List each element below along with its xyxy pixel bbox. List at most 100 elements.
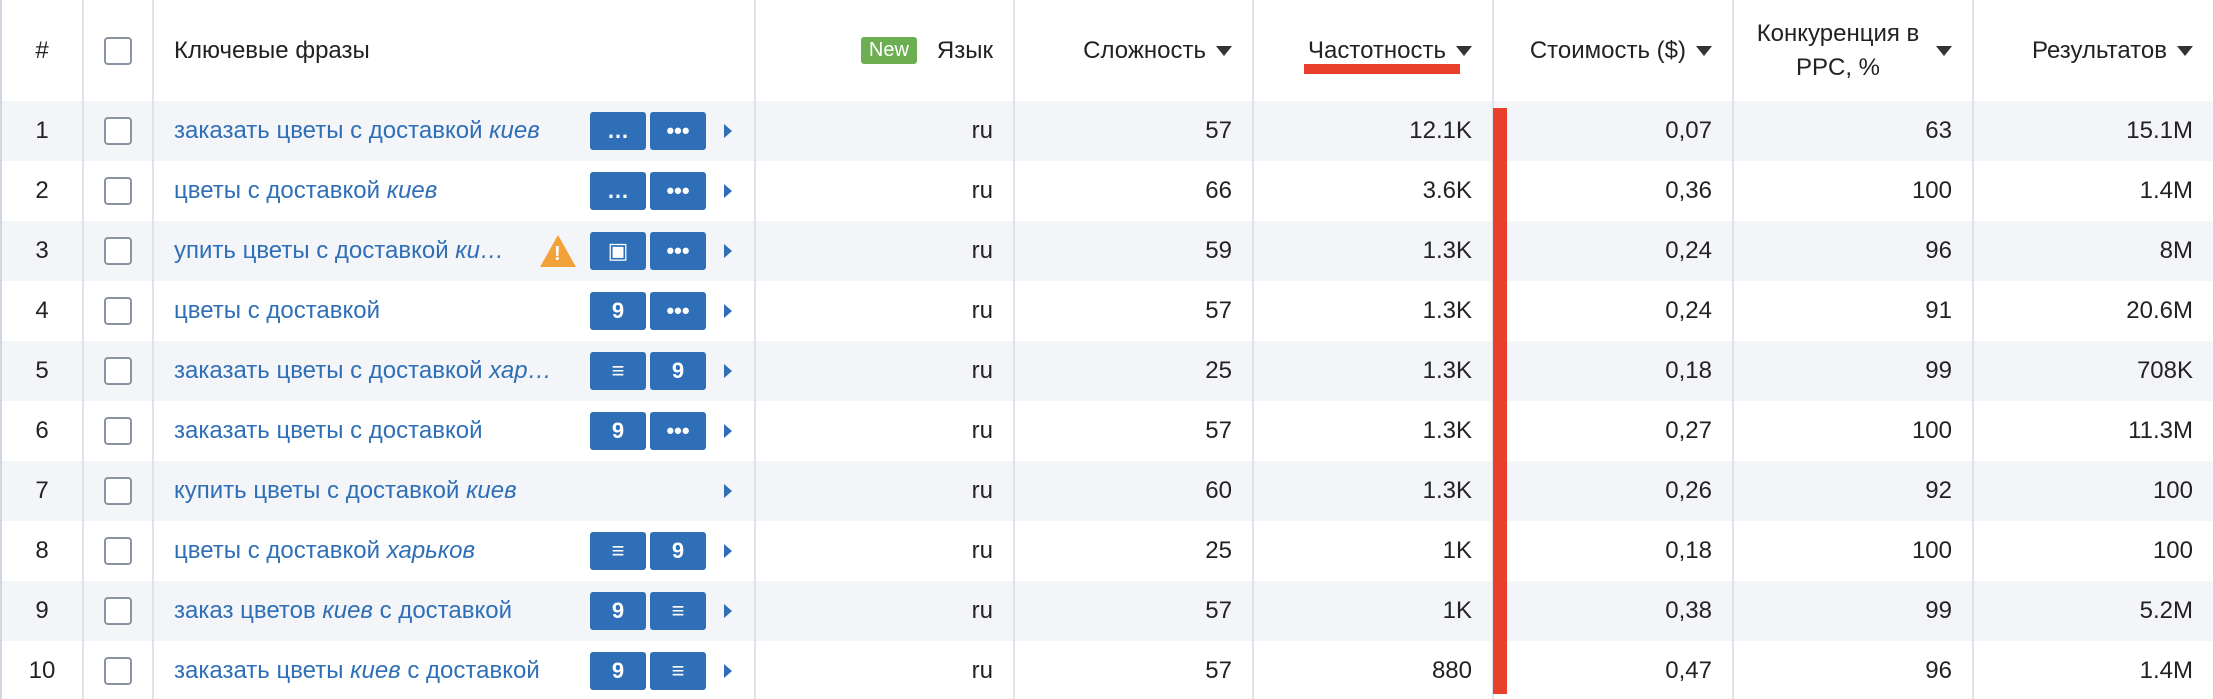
- expand-chevron-icon[interactable]: [724, 304, 732, 318]
- select-all-checkbox[interactable]: [104, 36, 132, 65]
- expand-chevron-icon[interactable]: [724, 244, 732, 258]
- row-select[interactable]: [84, 581, 154, 641]
- location-icon[interactable]: 9: [590, 652, 646, 690]
- location-icon[interactable]: 9: [590, 412, 646, 450]
- sort-down-icon[interactable]: [2177, 45, 2193, 56]
- list-icon[interactable]: ≡: [590, 532, 646, 570]
- location-icon[interactable]: 9: [650, 532, 706, 570]
- more-icon[interactable]: •••: [650, 172, 706, 210]
- row-checkbox[interactable]: [104, 477, 132, 505]
- frequency-value: 880: [1431, 657, 1472, 684]
- sort-down-icon[interactable]: [1216, 45, 1232, 56]
- more-icon[interactable]: •••: [650, 232, 706, 270]
- language-cell: ru: [756, 101, 1015, 161]
- row-checkbox[interactable]: [104, 237, 132, 265]
- expand-chevron-icon[interactable]: [724, 424, 732, 438]
- more-icon[interactable]: •••: [650, 292, 706, 330]
- expand-chevron-icon[interactable]: [724, 664, 732, 678]
- row-select[interactable]: [84, 101, 154, 161]
- sort-down-icon[interactable]: [1456, 45, 1472, 56]
- keyword-link[interactable]: заказать цветы с доставкой киев: [174, 117, 554, 145]
- sort-down-icon[interactable]: [1696, 45, 1712, 56]
- row-checkbox[interactable]: [104, 417, 132, 445]
- cost-value: 0,18: [1665, 537, 1712, 564]
- keyword-link[interactable]: цветы с доставкой киев: [174, 177, 554, 205]
- cost-value: 0,18: [1665, 357, 1712, 384]
- row-checkbox[interactable]: [104, 597, 132, 625]
- row-select[interactable]: [84, 641, 154, 699]
- results-cell: 20.6M: [1974, 281, 2213, 341]
- expand-chevron-icon[interactable]: [724, 604, 732, 618]
- keyword-link[interactable]: заказать цветы киев с доставкой: [174, 657, 554, 685]
- keyword-link[interactable]: заказать цветы с доставкой хар…: [174, 357, 554, 385]
- sort-down-icon[interactable]: [1936, 45, 1952, 56]
- row-select[interactable]: [84, 341, 154, 401]
- header-results[interactable]: Результатов: [1974, 0, 2213, 101]
- language-cell: ru: [756, 341, 1015, 401]
- keyword-main: заказ цветов: [174, 597, 316, 624]
- row-checkbox[interactable]: [104, 537, 132, 565]
- keyword-main: купить цветы с доставкой: [174, 477, 460, 504]
- cost-cell: 0,24: [1494, 221, 1734, 281]
- expand-chevron-icon[interactable]: [724, 124, 732, 138]
- shop-icon[interactable]: ▣: [590, 232, 646, 270]
- row-checkbox[interactable]: [104, 357, 132, 385]
- chat-icon[interactable]: …: [590, 112, 646, 150]
- row-checkbox[interactable]: [104, 657, 132, 685]
- more-icon[interactable]: •••: [650, 412, 706, 450]
- keyword-italic: харьков: [386, 537, 475, 564]
- expand-chevron-icon[interactable]: [724, 544, 732, 558]
- header-language[interactable]: New Язык: [756, 0, 1015, 101]
- cost-value: 0,27: [1665, 417, 1712, 444]
- keyword-main: упить цветы с доставкой: [174, 237, 449, 264]
- results-value: 1.4M: [2139, 657, 2193, 684]
- keyword-link[interactable]: цветы с доставкой харьков: [174, 537, 554, 565]
- keyword-link[interactable]: упить цветы с доставкой ки…: [174, 237, 554, 265]
- row-select[interactable]: [84, 401, 154, 461]
- row-select[interactable]: [84, 221, 154, 281]
- row-checkbox[interactable]: [104, 177, 132, 205]
- header-difficulty[interactable]: Сложность: [1015, 0, 1254, 101]
- header-competition[interactable]: Конкуренция в PPC, %: [1734, 0, 1974, 101]
- language-value: ru: [971, 477, 993, 504]
- list-icon[interactable]: ≡: [650, 652, 706, 690]
- results-value: 100: [2152, 537, 2193, 564]
- list-icon[interactable]: ≡: [650, 592, 706, 630]
- keyword-cell: заказать цветы киев с доставкой 9 ≡: [154, 641, 756, 699]
- frequency-value: 1.3K: [1422, 357, 1472, 384]
- warning-icon[interactable]: !: [540, 235, 576, 267]
- expand-chevron-icon[interactable]: [724, 184, 732, 198]
- row-checkbox[interactable]: [104, 297, 132, 325]
- chat-icon[interactable]: …: [590, 172, 646, 210]
- frequency-cell: 1.3K: [1254, 221, 1494, 281]
- keyword-tools: … •••: [586, 172, 732, 210]
- row-index: 10: [2, 641, 84, 699]
- location-icon[interactable]: 9: [650, 352, 706, 390]
- header-cost[interactable]: Стоимость ($): [1494, 0, 1734, 101]
- list-icon[interactable]: ≡: [590, 352, 646, 390]
- expand-chevron-icon[interactable]: [724, 484, 732, 498]
- expand-chevron-icon[interactable]: [724, 364, 732, 378]
- more-icon[interactable]: •••: [650, 112, 706, 150]
- difficulty-cell: 25: [1015, 521, 1254, 581]
- keyword-link[interactable]: цветы с доставкой: [174, 297, 554, 325]
- keyword-link[interactable]: купить цветы с доставкой киев: [174, 477, 554, 505]
- keyword-link[interactable]: заказать цветы с доставкой: [174, 417, 554, 445]
- frequency-value: 1.3K: [1422, 297, 1472, 324]
- row-checkbox[interactable]: [104, 117, 132, 145]
- row-select[interactable]: [84, 161, 154, 221]
- location-icon[interactable]: 9: [590, 292, 646, 330]
- competition-value: 99: [1925, 357, 1952, 384]
- row-select[interactable]: [84, 281, 154, 341]
- header-frequency[interactable]: Частотность: [1254, 0, 1494, 101]
- header-select-all[interactable]: [84, 0, 154, 101]
- competition-cell: 91: [1734, 281, 1974, 341]
- location-icon[interactable]: 9: [590, 592, 646, 630]
- language-cell: ru: [756, 461, 1015, 521]
- keyword-italic: ки…: [455, 237, 504, 264]
- row-select[interactable]: [84, 521, 154, 581]
- difficulty-value: 60: [1205, 477, 1232, 504]
- keyword-link[interactable]: заказ цветов киев с доставкой: [174, 597, 554, 625]
- keyword-after: с доставкой: [407, 657, 540, 684]
- row-select[interactable]: [84, 461, 154, 521]
